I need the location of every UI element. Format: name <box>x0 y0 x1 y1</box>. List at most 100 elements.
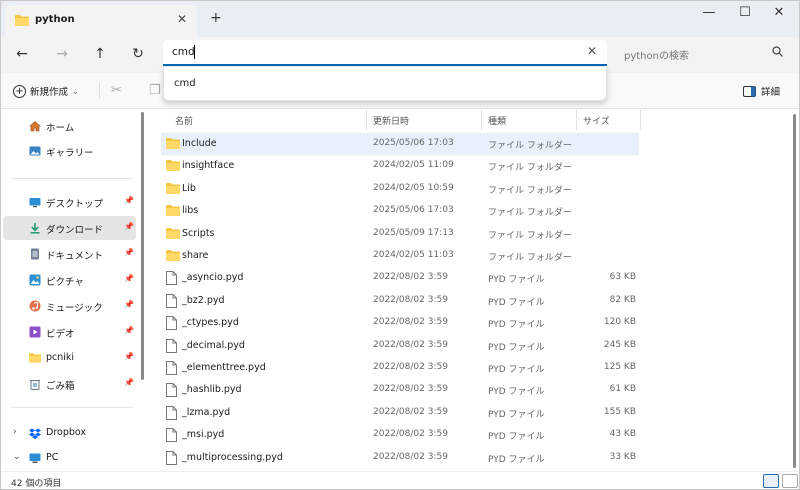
file-row[interactable]: _msi.pyd 2022/08/02 3:59 PYD ファイル 43 KB <box>161 424 639 446</box>
tiles-view-button[interactable] <box>782 474 798 488</box>
download-icon <box>29 222 41 234</box>
file-type: PYD ファイル <box>488 275 545 286</box>
sidebar-item-recycle-bin[interactable]: ごみ箱 📌 <box>3 372 136 396</box>
maximize-button[interactable]: ☐ <box>730 5 760 20</box>
column-header-name[interactable]: 名前 <box>175 114 193 127</box>
pin-icon[interactable]: 📌 <box>124 196 134 205</box>
music-icon <box>29 300 41 312</box>
sidebar-item-gallery[interactable]: ギャラリー <box>3 139 136 163</box>
details-button[interactable]: 詳細 <box>743 84 780 98</box>
file-row[interactable]: Include 2025/05/06 17:03 ファイル フォルダー <box>161 133 639 155</box>
back-arrow-icon[interactable]: ← <box>9 43 35 65</box>
pin-icon[interactable]: 📌 <box>124 352 134 361</box>
sidebar-item-pc[interactable]: ⌄ PC <box>3 446 136 470</box>
column-divider[interactable] <box>640 110 641 130</box>
file-date: 2022/08/02 3:59 <box>373 362 448 372</box>
sidebar-item-dropbox[interactable]: › Dropbox <box>3 421 136 445</box>
sidebar-item-downloads[interactable]: ダウンロード 📌 <box>3 216 136 240</box>
file-row[interactable]: _decimal.pyd 2022/08/02 3:59 PYD ファイル 245 K… <box>161 335 639 357</box>
file-row[interactable]: _multiprocessing.pyd 2022/08/02 3:59 PYD フ… <box>161 447 639 469</box>
column-header-date[interactable]: 更新日時 <box>373 114 409 127</box>
file-name: _asyncio.pyd <box>182 272 244 284</box>
sidebar-divider <box>11 178 133 179</box>
tab-python[interactable]: python ✕ <box>5 5 197 37</box>
file-icon <box>166 428 177 443</box>
file-size: 155 KB <box>603 406 636 417</box>
pin-icon[interactable]: 📌 <box>124 300 134 309</box>
close-tab-icon[interactable]: ✕ <box>177 12 187 26</box>
file-date: 2024/02/05 11:09 <box>373 160 454 171</box>
forward-arrow-icon[interactable]: → <box>49 43 75 65</box>
up-arrow-icon[interactable]: ↑ <box>87 43 113 65</box>
address-bar[interactable]: cmd ✕ <box>163 40 607 66</box>
sidebar-item-pcniki[interactable]: pcniki 📌 <box>3 346 136 370</box>
sidebar-item-label: デスクトップ <box>46 199 104 210</box>
new-button[interactable]: + 新規作成 ⌄ <box>13 84 79 98</box>
sidebar-item-home[interactable]: ホーム <box>3 114 136 138</box>
column-divider[interactable] <box>366 110 367 130</box>
refresh-icon[interactable]: ↻ <box>125 43 151 65</box>
file-row[interactable]: Scripts 2025/05/09 17:13 ファイル フォルダー <box>161 223 639 245</box>
file-icon <box>166 338 177 353</box>
minimize-button[interactable]: — <box>694 5 724 20</box>
file-type: PYD ファイル <box>488 432 545 443</box>
title-bar: python ✕ + — ☐ ✕ <box>1 1 799 37</box>
search-box[interactable]: pythonの検索 <box>613 40 793 66</box>
pin-icon[interactable]: 📌 <box>124 274 134 283</box>
chevron-down-icon[interactable]: ⌄ <box>13 452 21 462</box>
file-row[interactable]: share 2024/02/05 11:03 ファイル フォルダー <box>161 245 639 267</box>
folder-icon <box>15 14 29 26</box>
new-tab-button[interactable]: + <box>210 10 222 26</box>
sidebar-item-pictures[interactable]: ピクチャ 📌 <box>3 268 136 292</box>
sidebar-item-label: ダウンロード <box>46 225 104 236</box>
file-size: 120 KB <box>603 317 636 328</box>
column-header-type[interactable]: 種類 <box>488 114 506 127</box>
close-window-button[interactable]: ✕ <box>764 5 794 20</box>
file-row[interactable]: Lib 2024/02/05 10:59 ファイル フォルダー <box>161 178 639 200</box>
column-header-size[interactable]: サイズ <box>583 114 610 127</box>
details-view-button[interactable] <box>763 474 779 488</box>
file-date: 2025/05/06 17:03 <box>373 205 454 216</box>
file-date: 2024/02/05 10:59 <box>373 182 454 193</box>
file-icon <box>166 405 177 420</box>
pc-icon <box>29 452 41 464</box>
file-date: 2022/08/02 3:59 <box>373 406 448 417</box>
pin-icon[interactable]: 📌 <box>124 248 134 257</box>
file-size: 245 KB <box>603 339 636 350</box>
file-row[interactable]: _asyncio.pyd 2022/08/02 3:59 PYD ファイル 63 KB <box>161 267 639 289</box>
chevron-right-icon[interactable]: › <box>13 427 17 437</box>
pin-icon[interactable]: 📌 <box>124 326 134 335</box>
column-divider[interactable] <box>481 110 482 130</box>
file-row[interactable]: _elementtree.pyd 2022/08/02 3:59 PYD ファイル 1… <box>161 357 639 379</box>
item-count: 42 個の項目 <box>11 479 62 489</box>
file-row[interactable]: libs 2025/05/06 17:03 ファイル フォルダー <box>161 200 639 222</box>
file-row[interactable]: _hashlib.pyd 2022/08/02 3:59 PYD ファイル 61 KB <box>161 379 639 401</box>
sidebar-item-videos[interactable]: ビデオ 📌 <box>3 320 136 344</box>
file-row[interactable]: insightface 2024/02/05 11:09 ファイル フォルダー <box>161 155 639 177</box>
file-row[interactable]: _bz2.pyd 2022/08/02 3:59 PYD ファイル 82 KB <box>161 290 639 312</box>
file-row[interactable]: _ctypes.pyd 2022/08/02 3:59 PYD ファイル 120 KB <box>161 312 639 334</box>
address-input-text[interactable]: cmd <box>172 46 195 58</box>
file-size: 63 KB <box>609 272 636 283</box>
search-icon[interactable] <box>772 46 783 60</box>
suggestion-item[interactable]: cmd <box>174 78 196 89</box>
column-header-row: 名前 更新日時 種類 サイズ <box>147 110 787 130</box>
file-name: libs <box>182 205 199 217</box>
cut-icon[interactable]: ✂ <box>111 83 122 98</box>
file-name: _decimal.pyd <box>182 339 245 351</box>
clear-icon[interactable]: ✕ <box>587 44 597 58</box>
pin-icon[interactable]: 📌 <box>124 222 134 231</box>
sidebar-item-documents[interactable]: ドキュメント 📌 <box>3 242 136 266</box>
sidebar-item-desktop[interactable]: デスクトップ 📌 <box>3 190 136 214</box>
file-type: PYD ファイル <box>488 342 545 353</box>
file-type: ファイル フォルダー <box>488 185 572 196</box>
file-name: _hashlib.pyd <box>182 384 242 396</box>
sidebar-item-music[interactable]: ミュージック 📌 <box>3 294 136 318</box>
file-list-scrollbar[interactable] <box>793 114 796 468</box>
copy-icon[interactable]: ❐ <box>149 83 161 98</box>
column-divider[interactable] <box>576 110 577 130</box>
pin-icon[interactable]: 📌 <box>124 378 134 387</box>
sidebar-scrollbar[interactable] <box>141 112 144 380</box>
file-row[interactable]: _lzma.pyd 2022/08/02 3:59 PYD ファイル 155 KB <box>161 402 639 424</box>
sidebar-item-label: ギャラリー <box>46 148 94 159</box>
